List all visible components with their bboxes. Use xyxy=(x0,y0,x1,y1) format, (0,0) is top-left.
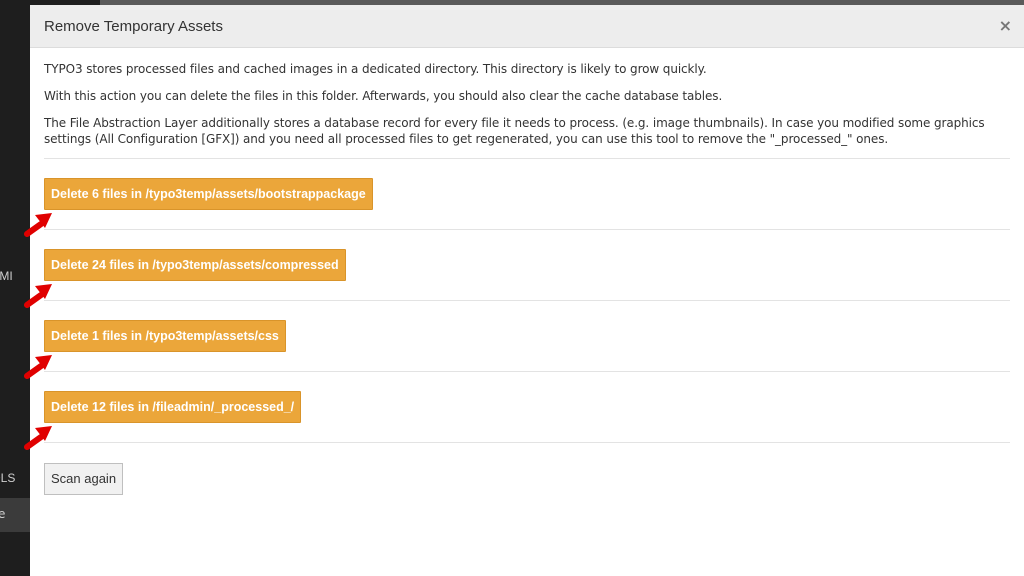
delete-processed-button[interactable]: Delete 12 files in /fileadmin/_processed… xyxy=(44,391,302,423)
delete-bootstrappackage-button[interactable]: Delete 6 files in /typo3temp/assets/boot… xyxy=(44,178,373,210)
action-row: Delete 24 files in /typo3temp/assets/com… xyxy=(24,230,1010,308)
action-row: Delete 12 files in /fileadmin/_processed… xyxy=(24,372,1010,450)
intro-text: TYPO3 stores processed files and cached … xyxy=(44,61,1010,147)
delete-css-button[interactable]: Delete 1 files in /typo3temp/assets/css xyxy=(44,320,286,352)
modal-header: Remove Temporary Assets × xyxy=(30,5,1024,48)
delete-compressed-button[interactable]: Delete 24 files in /typo3temp/assets/com… xyxy=(44,249,346,281)
close-icon[interactable]: × xyxy=(999,17,1012,35)
backdrop-module-label: DLS xyxy=(0,471,16,485)
scan-row: Scan again xyxy=(44,443,1010,495)
intro-paragraph: TYPO3 stores processed files and cached … xyxy=(44,62,707,76)
backdrop-active-item: e xyxy=(0,498,30,532)
action-row: Delete 6 files in /typo3temp/assets/boot… xyxy=(24,159,1010,237)
red-pointer-arrow-icon xyxy=(24,426,52,450)
modal-body: TYPO3 stores processed files and cached … xyxy=(24,48,1024,495)
backdrop-module-label: GEMI xyxy=(0,269,13,283)
modal-title: Remove Temporary Assets xyxy=(44,17,223,35)
intro-paragraph: The File Abstraction Layer additionally … xyxy=(44,116,985,146)
remove-temporary-assets-modal: Remove Temporary Assets × TYPO3 stores p… xyxy=(24,5,1024,576)
action-row: Delete 1 files in /typo3temp/assets/css xyxy=(24,301,1010,379)
scan-again-button[interactable]: Scan again xyxy=(44,463,124,495)
intro-paragraph: With this action you can delete the file… xyxy=(44,89,723,103)
